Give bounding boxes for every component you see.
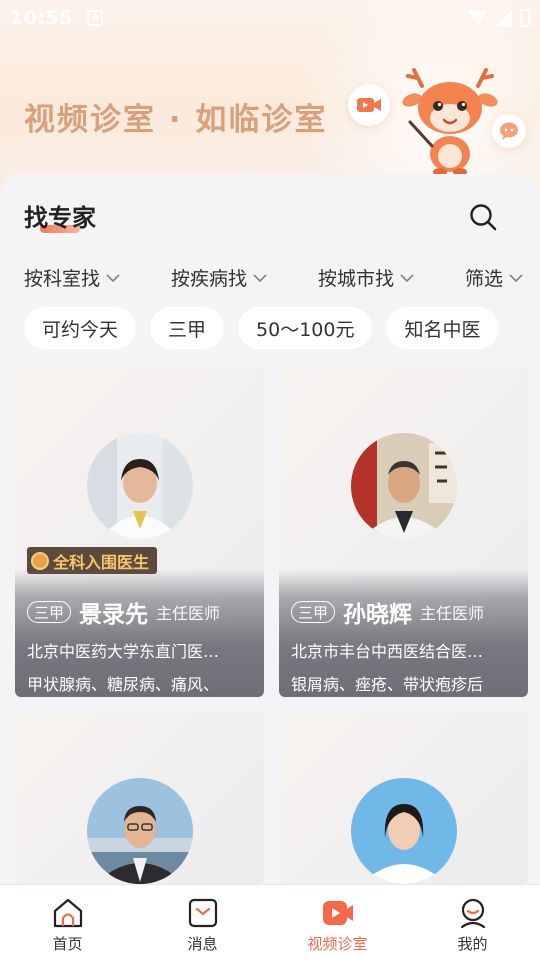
filter-label: 按城市找 [317, 268, 394, 290]
chevron-down-icon [400, 273, 414, 282]
banner-title: 视频诊室 · 如临诊室 [24, 102, 328, 138]
video-clinic-icon [322, 901, 353, 925]
app-notification-icon: A [86, 10, 103, 26]
doctor-name: 孙晓辉 [343, 602, 413, 628]
video-camera-icon [348, 84, 390, 126]
home-icon [53, 898, 82, 928]
chip-available-today[interactable]: 可约今天 [24, 307, 137, 349]
chip-famous-tcm[interactable]: 知名中医 [386, 307, 499, 349]
doctor-info: 三甲 孙晓辉 主任医师 北京市丰台中西医结合医… 银屑病、痤疮、带状疱疹后 [279, 569, 528, 697]
doctor-card[interactable]: 三甲 孙晓辉 主任医师 北京市丰台中西医结合医… 银屑病、痤疮、带状疱疹后 [279, 367, 528, 697]
filter-by-disease[interactable]: 按疾病找 [171, 264, 268, 291]
chevron-down-icon [106, 273, 120, 282]
doctor-specialty: 银屑病、痤疮、带状疱疹后 [291, 675, 484, 694]
section-title: 找专家 [24, 204, 96, 232]
name-row: 三甲 孙晓辉 主任医师 [291, 595, 516, 629]
chip-top-tier-hospital[interactable]: 三甲 [150, 307, 225, 349]
search-icon[interactable] [468, 202, 498, 232]
hospital-grade-tag: 三甲 [291, 601, 336, 623]
doctor-card[interactable] [15, 712, 264, 884]
status-bar: 10:55 A [0, 0, 540, 36]
doctor-hospital: 北京中医药大学东直门医… [27, 642, 220, 661]
doctor-hospital: 北京市丰台中西医结合医… [291, 642, 484, 661]
doctor-avatar [351, 433, 457, 539]
nav-video-clinic[interactable]: 视频诊室 [270, 885, 405, 960]
chevron-down-icon [509, 273, 523, 282]
battery-icon [520, 9, 530, 27]
name-row: 三甲 景录先 主任医师 [27, 595, 252, 629]
filter-by-department[interactable]: 按科室找 [24, 264, 121, 291]
deer-mascot-icon [402, 68, 498, 176]
nav-label: 消息 [187, 935, 218, 953]
doctor-avatar [87, 778, 193, 884]
profile-icon [460, 898, 485, 929]
hospital-grade-tag: 三甲 [27, 601, 72, 623]
doctor-avatar [351, 778, 457, 884]
filter-by-city[interactable]: 按城市找 [318, 264, 415, 291]
filter-screen[interactable]: 筛选 [465, 264, 524, 291]
doctor-specialty: 甲状腺病、糖尿病、痛风、 [27, 675, 220, 694]
doctor-title: 主任医师 [156, 604, 221, 623]
quick-filter-chips: 可约今天 三甲 50～100元 知名中医 [24, 307, 499, 349]
nav-profile[interactable]: 我的 [405, 885, 540, 960]
filter-bar: 按科室找 按疾病找 按城市找 筛选 [24, 264, 524, 291]
doctor-info: 三甲 景录先 主任医师 北京中医药大学东直门医… 甲状腺病、糖尿病、痛风、 [15, 569, 264, 697]
nav-label: 我的 [457, 935, 488, 953]
nav-label: 视频诊室 [307, 935, 368, 953]
doctor-avatar [87, 433, 193, 539]
nav-home[interactable]: 首页 [0, 885, 135, 960]
cellular-icon [496, 10, 512, 26]
doctor-title: 主任医师 [420, 604, 485, 623]
header-banner: 10:55 A 视频诊室 · 如临诊室 [0, 0, 540, 200]
medal-icon [31, 551, 49, 570]
nav-messages[interactable]: 消息 [135, 885, 270, 960]
chip-price-range[interactable]: 50～100元 [238, 307, 373, 349]
doctor-name: 景录先 [79, 602, 149, 628]
filter-label: 按疾病找 [170, 268, 247, 290]
doctor-card[interactable] [279, 712, 528, 884]
chevron-down-icon [253, 273, 267, 282]
filter-label: 筛选 [464, 268, 503, 290]
bottom-nav: 首页 消息 视频诊室 我的 [0, 884, 540, 960]
wifi-icon [468, 10, 488, 26]
status-time: 10:55 [10, 7, 73, 29]
nav-label: 首页 [52, 935, 83, 953]
doctor-card[interactable]: 全科入围医生 三甲 景录先 主任医师 北京中医药大学东直门医… 甲状腺病、糖尿病… [15, 367, 264, 697]
filter-label: 按科室找 [24, 268, 101, 290]
message-icon [188, 898, 217, 928]
